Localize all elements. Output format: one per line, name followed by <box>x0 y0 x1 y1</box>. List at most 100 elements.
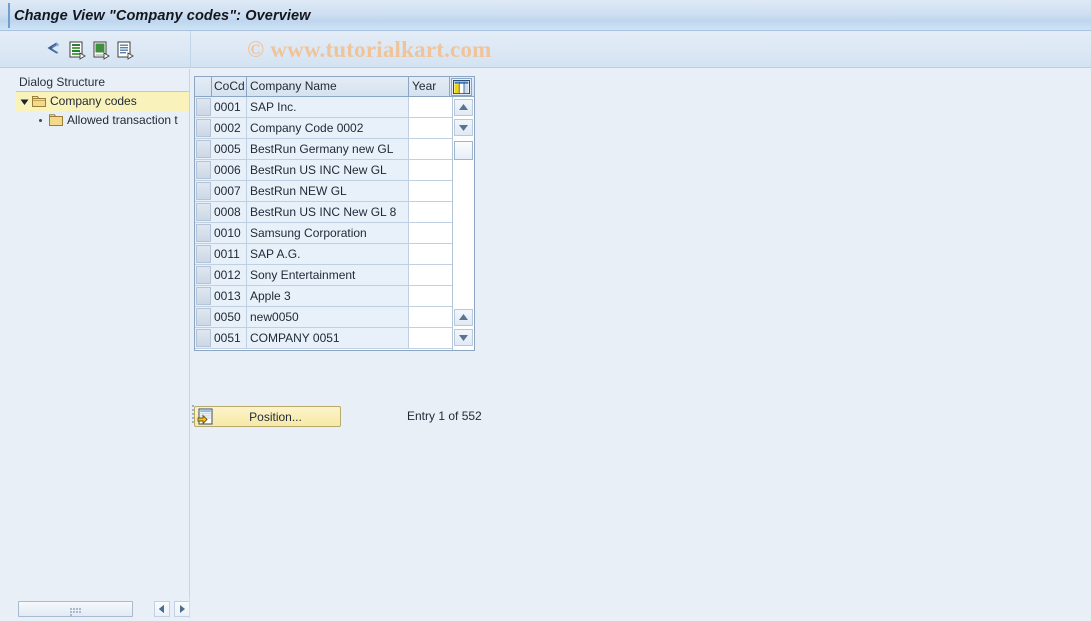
table-row[interactable]: 0001 SAP Inc. <box>195 97 452 118</box>
dialog-structure-header: Dialog Structure <box>16 73 189 92</box>
row-select-button[interactable] <box>196 245 211 263</box>
cell-year[interactable] <box>409 286 452 306</box>
arrow-right-icon[interactable] <box>174 601 190 617</box>
details-icon[interactable] <box>114 39 136 60</box>
sidebar-item-allowed-transaction-types[interactable]: Allowed transaction t <box>16 111 189 130</box>
cell-year[interactable] <box>409 328 452 348</box>
cell-company-name[interactable]: BestRun Germany new GL <box>247 139 409 159</box>
table-row[interactable]: 0005 BestRun Germany new GL <box>195 139 452 160</box>
horizontal-scrollbar[interactable] <box>8 601 190 618</box>
horizontal-scrollbar-thumb[interactable] <box>18 601 133 617</box>
cell-cocd[interactable]: 0006 <box>212 160 247 180</box>
row-select-button[interactable] <box>196 119 211 137</box>
cell-company-name[interactable]: BestRun US INC New GL 8 <box>247 202 409 222</box>
cell-company-name[interactable]: BestRun US INC New GL <box>247 160 409 180</box>
row-select-button[interactable] <box>196 329 211 347</box>
folder-open-icon <box>32 96 46 107</box>
cell-cocd[interactable]: 0001 <box>212 97 247 117</box>
position-button-label: Position... <box>249 410 302 424</box>
cell-company-name[interactable]: SAP Inc. <box>247 97 409 117</box>
column-header-company-name[interactable]: Company Name <box>247 77 409 96</box>
copy-as-icon[interactable] <box>90 39 112 60</box>
chevron-down-icon[interactable] <box>20 98 29 106</box>
dialog-structure-panel: Dialog Structure Company codes Allowed t… <box>7 73 194 613</box>
dialog-structure-tree: Company codes Allowed transaction t <box>16 92 189 130</box>
table-row[interactable]: 0010 Samsung Corporation <box>195 223 452 244</box>
cell-company-name[interactable]: Samsung Corporation <box>247 223 409 243</box>
new-entries-icon[interactable] <box>66 39 88 60</box>
row-select-button[interactable] <box>196 182 211 200</box>
cell-company-name[interactable]: new0050 <box>247 307 409 327</box>
column-header-cocd[interactable]: CoCd <box>212 77 247 96</box>
cell-cocd[interactable]: 0012 <box>212 265 247 285</box>
back-arrow-icon[interactable] <box>42 39 64 60</box>
cell-company-name[interactable]: Company Code 0002 <box>247 118 409 138</box>
cell-year[interactable] <box>409 265 452 285</box>
table-vertical-scrollbar[interactable] <box>452 97 474 350</box>
table-body: 0001 SAP Inc. 0002 Company Code 0002 0005 Bes… <box>195 97 452 350</box>
scrollbar-thumb[interactable] <box>454 141 473 160</box>
cell-year[interactable] <box>409 139 452 159</box>
cell-company-name[interactable]: Sony Entertainment <box>247 265 409 285</box>
cell-cocd[interactable]: 0013 <box>212 286 247 306</box>
table-header-row: CoCd Company Name Year <box>195 77 474 97</box>
main-toolbar <box>0 31 1091 68</box>
column-header-year[interactable]: Year <box>409 77 450 96</box>
company-codes-table: CoCd Company Name Year 0001 SAP Inc. 0002 C… <box>194 76 475 351</box>
cell-cocd[interactable]: 0051 <box>212 328 247 348</box>
sidebar-item-company-codes[interactable]: Company codes <box>16 92 189 111</box>
cell-year[interactable] <box>409 244 452 264</box>
cell-year[interactable] <box>409 223 452 243</box>
cell-cocd[interactable]: 0008 <box>212 202 247 222</box>
cell-company-name[interactable]: SAP A.G. <box>247 244 409 264</box>
row-select-button[interactable] <box>196 308 211 326</box>
sidebar-item-label: Allowed transaction t <box>67 113 178 127</box>
row-select-button[interactable] <box>196 266 211 284</box>
cell-year[interactable] <box>409 160 452 180</box>
cell-year[interactable] <box>409 97 452 117</box>
table-row[interactable]: 0008 BestRun US INC New GL 8 <box>195 202 452 223</box>
cell-year[interactable] <box>409 181 452 201</box>
cell-cocd[interactable]: 0005 <box>212 139 247 159</box>
panel-divider <box>189 69 190 614</box>
toolbar-separator <box>190 31 191 67</box>
dialog-structure-title: Dialog Structure <box>19 75 106 89</box>
scroll-down-icon[interactable] <box>454 119 473 136</box>
cell-year[interactable] <box>409 307 452 327</box>
row-select-button[interactable] <box>196 140 211 158</box>
folder-icon <box>49 114 63 126</box>
row-select-button[interactable] <box>196 161 211 179</box>
row-select-button[interactable] <box>196 203 211 221</box>
cell-cocd[interactable]: 0002 <box>212 118 247 138</box>
column-header-select[interactable] <box>195 77 212 96</box>
cell-cocd[interactable]: 0007 <box>212 181 247 201</box>
cell-company-name[interactable]: COMPANY 0051 <box>247 328 409 348</box>
row-select-button[interactable] <box>196 98 211 116</box>
table-row[interactable]: 0002 Company Code 0002 <box>195 118 452 139</box>
table-row[interactable]: 0050 new0050 <box>195 307 452 328</box>
scroll-up-icon[interactable] <box>454 99 473 116</box>
scrollbar-grip-icon <box>69 607 83 616</box>
cell-cocd[interactable]: 0011 <box>212 244 247 264</box>
table-row[interactable]: 0011 SAP A.G. <box>195 244 452 265</box>
table-row[interactable]: 0007 BestRun NEW GL <box>195 181 452 202</box>
position-button[interactable]: Position... <box>194 406 341 427</box>
scroll-down-icon[interactable] <box>454 329 473 346</box>
table-row[interactable]: 0012 Sony Entertainment <box>195 265 452 286</box>
row-select-button[interactable] <box>196 287 211 305</box>
cell-company-name[interactable]: BestRun NEW GL <box>247 181 409 201</box>
footer-divider <box>189 596 190 618</box>
row-select-button[interactable] <box>196 224 211 242</box>
cell-cocd[interactable]: 0050 <box>212 307 247 327</box>
table-settings-icon[interactable] <box>451 78 472 96</box>
table-row[interactable]: 0051 COMPANY 0051 <box>195 328 452 349</box>
cell-company-name[interactable]: Apple 3 <box>247 286 409 306</box>
table-row[interactable]: 0006 BestRun US INC New GL <box>195 160 452 181</box>
arrow-left-icon[interactable] <box>154 601 170 617</box>
page-title: Change View "Company codes": Overview <box>14 8 311 24</box>
cell-year[interactable] <box>409 202 452 222</box>
scroll-up-icon[interactable] <box>454 309 473 326</box>
table-row[interactable]: 0013 Apple 3 <box>195 286 452 307</box>
cell-cocd[interactable]: 0010 <box>212 223 247 243</box>
cell-year[interactable] <box>409 118 452 138</box>
